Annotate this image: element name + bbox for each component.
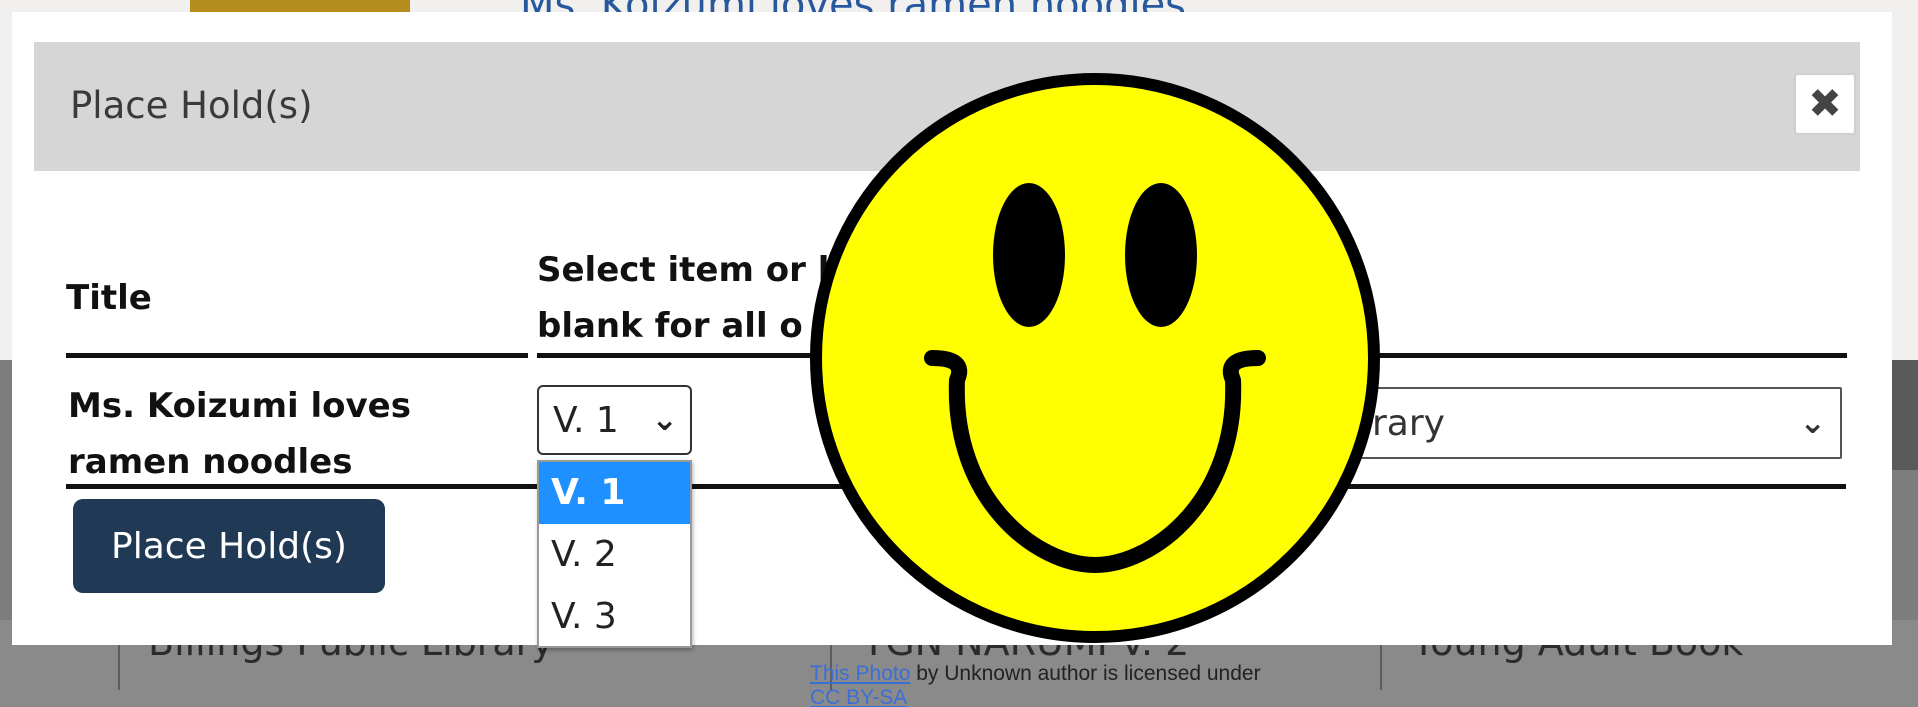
column-header-select-line1: Select item or l <box>537 250 830 290</box>
smiley-right-eye <box>1125 183 1197 327</box>
item-title-line1: Ms. Koizumi loves <box>68 386 411 426</box>
place-holds-button[interactable]: Place Hold(s) <box>73 499 385 593</box>
close-button[interactable]: ✖ <box>1794 73 1856 135</box>
background-scrollbar <box>1890 360 1918 470</box>
header-underline-title <box>66 353 528 358</box>
volume-select[interactable]: V. 1 ⌄ <box>537 385 692 455</box>
smiley-face-image <box>810 73 1380 643</box>
image-credit-license-link[interactable]: CC BY-SA <box>810 686 907 707</box>
background-divider <box>118 640 120 690</box>
close-icon: ✖ <box>1808 81 1842 127</box>
smiley-left-eye <box>993 183 1065 327</box>
item-title-line2: ramen noodles <box>68 442 353 482</box>
volume-dropdown-list: V. 1 V. 2 V. 3 <box>537 460 692 648</box>
modal-title: Place Hold(s) <box>70 84 313 127</box>
image-credit: This Photo by Unknown author is licensed… <box>810 662 1261 686</box>
column-header-title: Title <box>66 278 152 318</box>
pickup-library-select[interactable]: rary ⌄ <box>1312 387 1842 459</box>
volume-select-value: V. 1 <box>553 399 619 441</box>
chevron-down-icon: ⌄ <box>651 400 678 438</box>
smiley-face-circle <box>810 73 1380 643</box>
chevron-down-icon: ⌄ <box>1799 403 1826 441</box>
image-credit-text: by Unknown author is licensed under <box>910 662 1261 685</box>
column-header-select-line2: blank for all o <box>537 306 803 346</box>
image-credit-link[interactable]: This Photo <box>810 662 910 685</box>
volume-option-2[interactable]: V. 2 <box>539 524 690 586</box>
item-title: Ms. Koizumi loves ramen noodles <box>68 378 488 490</box>
background-divider <box>1380 640 1382 690</box>
volume-option-3[interactable]: V. 3 <box>539 586 690 648</box>
volume-option-1[interactable]: V. 1 <box>539 462 690 524</box>
